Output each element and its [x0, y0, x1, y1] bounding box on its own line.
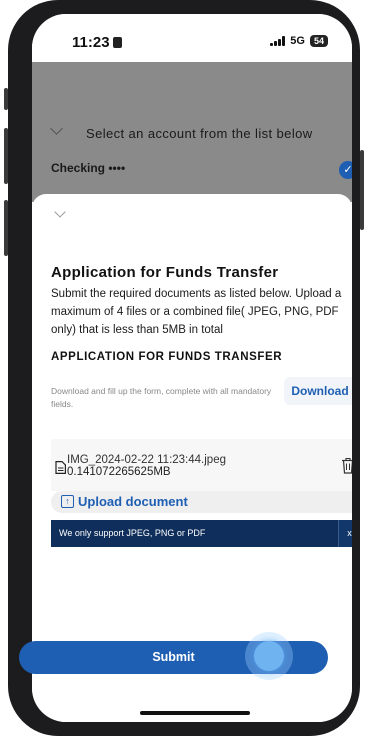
- power-button: [360, 150, 364, 230]
- file-size: 0.141072265625MB: [67, 466, 171, 478]
- toast-message: We only support JPEG, PNG or PDF: [59, 528, 206, 538]
- account-list-overlay[interactable]: Select an account from the list below Ch…: [32, 62, 352, 202]
- battery-level: 54: [313, 36, 324, 46]
- home-indicator: [140, 711, 250, 715]
- battery-icon: 54: [309, 35, 328, 47]
- status-bar: 11:23 5G 54: [32, 14, 352, 62]
- form-title: APPLICATION FOR FUNDS TRANSFER: [51, 351, 283, 363]
- uploaded-file-row: IMG_2024-02-22 11:23:44.jpeg 0.141072265…: [51, 439, 352, 491]
- collapse-chevron-icon[interactable]: [54, 206, 66, 218]
- upload-icon: ↑: [61, 495, 74, 508]
- download-button[interactable]: Download: [284, 377, 352, 405]
- notification-icon: [112, 37, 122, 48]
- account-option[interactable]: Checking ••••: [51, 161, 125, 175]
- signal-icon: [270, 36, 286, 46]
- upload-document-button[interactable]: ↑ Upload document: [51, 491, 352, 513]
- account-list-prompt: Select an account from the list below: [86, 126, 313, 141]
- status-indicators: 5G 54: [270, 35, 328, 47]
- phone-screen: 11:23 5G 54 Select an account from the l…: [32, 14, 352, 722]
- toast-close-button[interactable]: x: [338, 520, 352, 547]
- file-type-toast: We only support JPEG, PNG or PDF x: [51, 520, 352, 547]
- chevron-down-icon: [50, 122, 63, 135]
- trash-icon[interactable]: [341, 457, 352, 474]
- status-time: 11:23: [72, 34, 122, 51]
- phone-frame: 11:23 5G 54 Select an account from the l…: [8, 0, 360, 736]
- form-help-text: Download and fill up the form, complete …: [51, 386, 272, 409]
- upload-label: Upload document: [78, 494, 188, 509]
- application-description: Submit the required documents as listed …: [51, 288, 342, 336]
- document-icon: [55, 461, 66, 474]
- touch-indicator: [254, 641, 284, 671]
- network-type: 5G: [290, 35, 305, 47]
- check-icon: ✓: [339, 161, 352, 179]
- application-title: Application for Funds Transfer: [51, 264, 279, 281]
- status-time-text: 11:23: [72, 34, 110, 51]
